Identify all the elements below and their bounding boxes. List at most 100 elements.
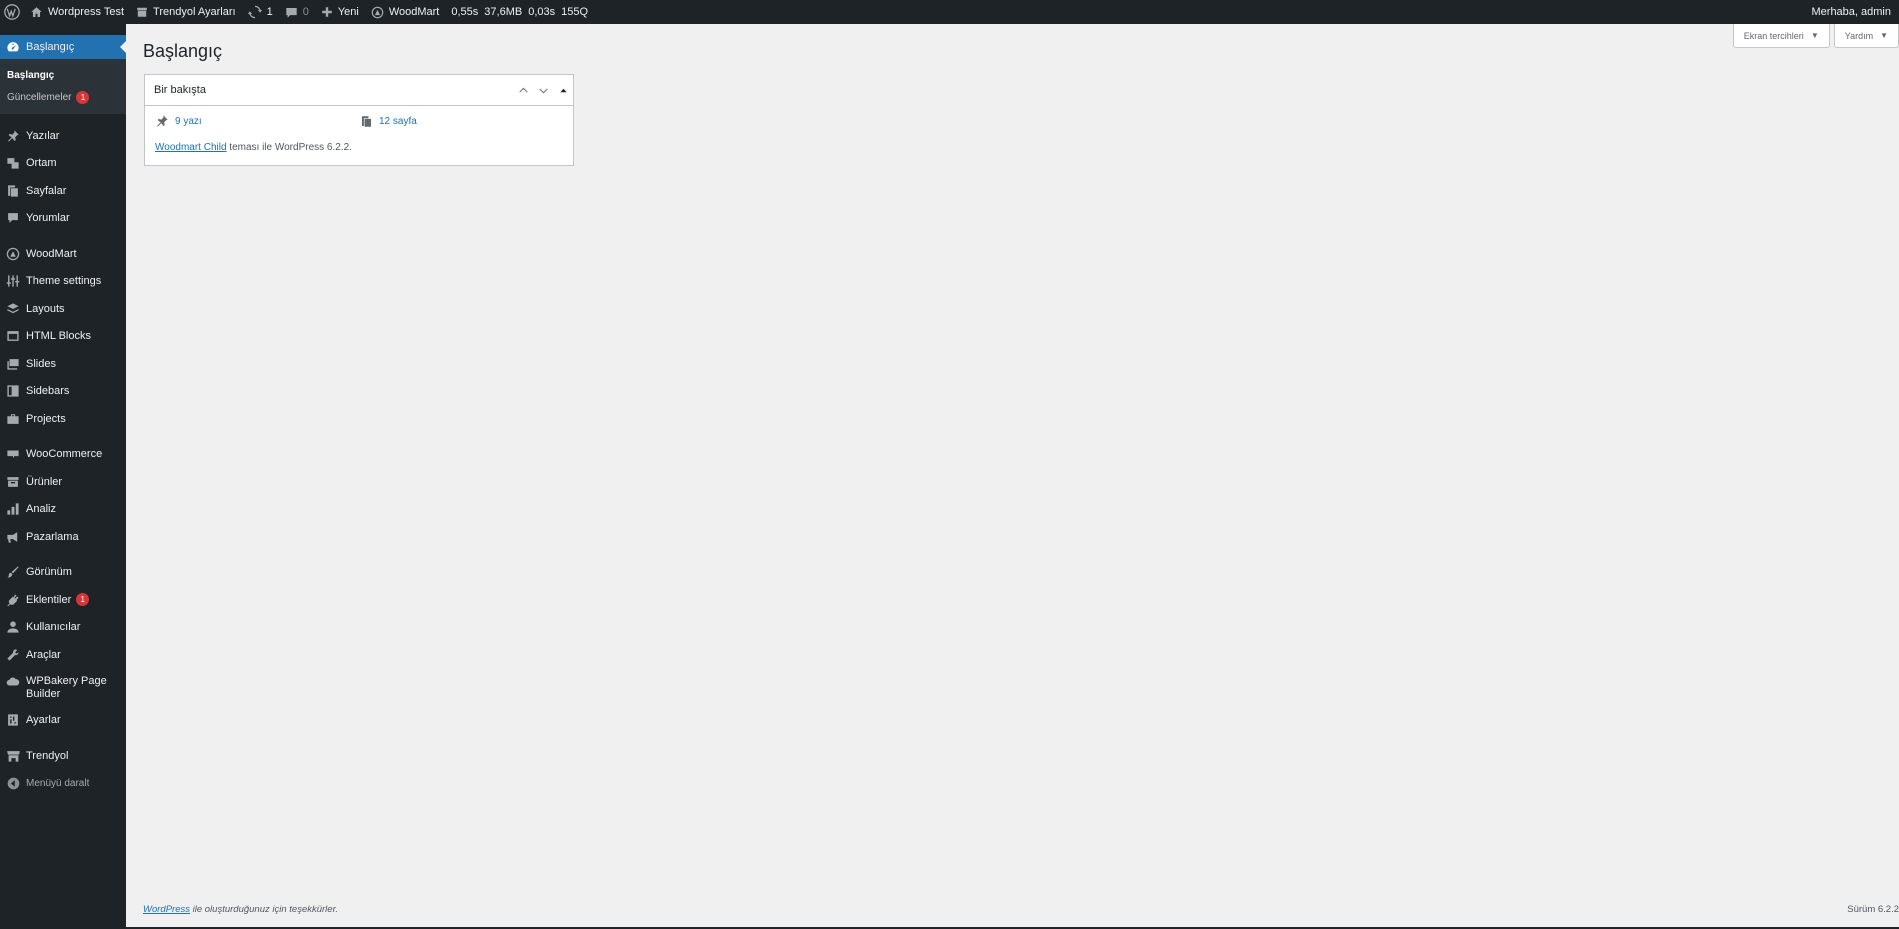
woodmart-icon — [371, 6, 384, 18]
menu-media[interactable]: Ortam — [0, 150, 126, 178]
slides-icon — [0, 357, 26, 371]
menu-sidebars[interactable]: Sidebars — [0, 378, 126, 406]
stat-memory: 37,6MB — [484, 6, 523, 18]
plus-icon — [322, 7, 332, 17]
menu-tools[interactable]: Araçlar — [0, 641, 126, 669]
store-icon — [137, 7, 147, 17]
new-content-link[interactable]: Yeni — [315, 0, 365, 24]
comments-link[interactable]: 0 — [279, 0, 315, 24]
woodmart-link[interactable]: WoodMart — [365, 0, 446, 24]
site-name-label: Wordpress Test — [48, 6, 125, 18]
home-icon — [31, 6, 42, 17]
brush-icon — [0, 565, 26, 579]
submenu-home[interactable]: Başlangıç — [0, 64, 126, 86]
menu-html-blocks-label: HTML Blocks — [26, 330, 91, 343]
menu-slides[interactable]: Slides — [0, 350, 126, 378]
move-down-icon[interactable] — [533, 85, 553, 96]
help-label: Yardım — [1844, 30, 1874, 41]
menu-layouts[interactable]: Layouts — [0, 295, 126, 323]
menu-comments[interactable]: Yorumlar — [0, 205, 126, 233]
woo-icon — [0, 447, 26, 461]
menu-wpbakery[interactable]: WPBakery Page Builder — [0, 669, 126, 707]
sidebar-icon — [0, 384, 26, 398]
screen-options-button[interactable]: Ekran tercihleri ▼ — [1732, 24, 1830, 48]
menu-settings[interactable]: Ayarlar — [0, 707, 126, 735]
screen-meta-links: Ekran tercihleri ▼ Yardım ▼ — [1729, 24, 1899, 48]
menu-tools-label: Araçlar — [26, 648, 61, 661]
media-icon — [0, 156, 26, 170]
at-a-glance-widget: Bir bakışta 9 yazı 12 sayfa Woodmart Chi… — [144, 74, 574, 166]
updates-count: 1 — [266, 6, 273, 18]
dashboard-icon — [0, 40, 26, 54]
site-name-link[interactable]: Wordpress Test — [24, 0, 130, 24]
submenu-updates[interactable]: Güncellemeler 1 — [0, 86, 126, 108]
widget-title: Bir bakışta — [154, 84, 206, 96]
user-greeting[interactable]: Merhaba, admin — [1806, 0, 1899, 24]
updates-badge: 1 — [76, 90, 90, 104]
help-button[interactable]: Yardım ▼ — [1833, 24, 1899, 48]
updates-link[interactable]: 1 — [242, 0, 279, 24]
caret-down-icon: ▼ — [1880, 31, 1888, 40]
collapse-menu-button[interactable]: Menüyü daralt — [0, 770, 126, 798]
footer-wordpress-link[interactable]: WordPress — [143, 904, 190, 915]
toggle-panel-icon[interactable] — [553, 86, 573, 95]
menu-posts-label: Yazılar — [26, 129, 60, 142]
plugin-icon — [0, 593, 26, 607]
menu-plugins[interactable]: Eklentiler 1 — [0, 586, 126, 614]
main-content: Ekran tercihleri ▼ Yardım ▼ Başlangıç Bi… — [126, 24, 1899, 929]
menu-users[interactable]: Kullanıcılar — [0, 614, 126, 642]
menu-analytics[interactable]: Analiz — [0, 496, 126, 524]
menu-pages[interactable]: Sayfalar — [0, 177, 126, 205]
pages-count-label: 12 sayfa — [379, 115, 417, 127]
page-title: Başlangıç — [143, 41, 223, 61]
query-monitor-stats[interactable]: 0,55s 37,6MB 0,03s 155Q — [445, 0, 600, 24]
store-icon — [0, 749, 26, 763]
pages-icon — [361, 115, 372, 127]
submenu-home-label: Başlangıç — [7, 69, 55, 81]
trendyol-settings-label: Trendyol Ayarları — [153, 6, 236, 18]
menu-dashboard[interactable]: Başlangıç — [0, 35, 126, 59]
menu-marketing[interactable]: Pazarlama — [0, 523, 126, 551]
menu-theme-settings-label: Theme settings — [26, 275, 102, 288]
menu-projects[interactable]: Projects — [0, 405, 126, 433]
trendyol-settings-link[interactable]: Trendyol Ayarları — [130, 0, 242, 24]
pin-icon — [0, 129, 26, 143]
menu-analytics-label: Analiz — [26, 503, 56, 516]
archive-icon — [0, 475, 26, 489]
footer-version: Sürüm 6.2.2 — [1847, 904, 1899, 915]
menu-theme-settings[interactable]: Theme settings — [0, 268, 126, 296]
menu-products-label: Ürünler — [26, 475, 63, 488]
posts-count-link[interactable]: 9 yazı — [155, 114, 360, 128]
menu-woodmart-label: WoodMart — [26, 247, 77, 260]
menu-projects-label: Projects — [26, 412, 66, 425]
menu-woocommerce[interactable]: WooCommerce — [0, 441, 126, 469]
menu-products[interactable]: Ürünler — [0, 468, 126, 496]
stat-query-time: 0,03s — [528, 6, 556, 18]
briefcase-icon — [0, 412, 26, 426]
widget-header: Bir bakışta — [145, 75, 573, 106]
plugins-badge: 1 — [76, 593, 90, 607]
wordpress-logo-icon[interactable] — [0, 0, 24, 24]
menu-media-label: Ortam — [26, 157, 57, 170]
stat-queries: 155Q — [561, 6, 589, 18]
cloud-icon — [0, 675, 26, 689]
theme-info-text: teması ile WordPress 6.2.2. — [226, 142, 352, 153]
woodmart-icon — [0, 247, 26, 261]
stat-time: 0,55s — [451, 6, 479, 18]
megaphone-icon — [0, 530, 26, 544]
admin-bar: Wordpress Test Trendyol Ayarları 1 0 Yen… — [0, 0, 1899, 24]
move-up-icon[interactable] — [513, 85, 533, 96]
menu-html-blocks[interactable]: HTML Blocks — [0, 323, 126, 351]
menu-plugins-label: Eklentiler — [26, 593, 72, 606]
pages-count-link[interactable]: 12 sayfa — [360, 114, 417, 128]
menu-wpbakery-label: WPBakery Page Builder — [26, 674, 107, 700]
theme-link[interactable]: Woodmart Child — [155, 142, 227, 153]
theme-info: Woodmart Child teması ile WordPress 6.2.… — [155, 142, 563, 153]
menu-posts[interactable]: Yazılar — [0, 122, 126, 150]
menu-appearance[interactable]: Görünüm — [0, 559, 126, 587]
menu-marketing-label: Pazarlama — [26, 530, 79, 543]
comments-count: 0 — [302, 6, 309, 18]
new-label: Yeni — [337, 6, 359, 18]
menu-trendyol[interactable]: Trendyol — [0, 742, 126, 770]
menu-woodmart[interactable]: WoodMart — [0, 240, 126, 268]
